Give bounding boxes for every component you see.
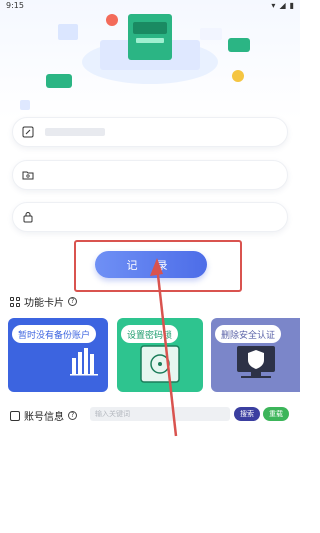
battery-icon: ▮ <box>289 1 294 10</box>
card-no-backup[interactable]: 暂时没有备份账户 <box>8 318 108 392</box>
features-heading: 功能卡片 ? <box>10 294 77 309</box>
status-icons: ▾ ◢ ▮ <box>271 1 294 10</box>
file-field[interactable] <box>12 160 288 190</box>
card-remove-auth[interactable]: 删除安全认证 <box>211 318 300 392</box>
safe-icon <box>140 345 180 383</box>
reload-button[interactable]: 重载 <box>263 407 289 421</box>
signal-icon: ◢ <box>279 1 286 10</box>
wifi-icon: ▾ <box>271 1 276 10</box>
search-button[interactable]: 搜索 <box>234 407 260 421</box>
hero-graphic <box>20 14 250 110</box>
status-bar: 9:15 ▾ ◢ ▮ <box>0 0 300 12</box>
features-title: 功能卡片 <box>24 298 64 309</box>
account-info-heading: 账号信息 ? <box>10 408 77 423</box>
search-input[interactable] <box>90 407 230 421</box>
card-set-lock[interactable]: 设置密码锁 <box>117 318 203 392</box>
monitor-shield-icon <box>237 346 275 378</box>
lock-icon <box>21 210 35 224</box>
folder-icon <box>21 168 35 182</box>
bar-chart-icon <box>70 348 98 376</box>
help-icon[interactable]: ? <box>68 297 77 306</box>
masked-account-value <box>45 128 105 136</box>
account-icon <box>10 410 20 421</box>
help-icon[interactable]: ? <box>68 411 77 420</box>
account-info-title: 账号信息 <box>24 412 64 423</box>
status-time: 9:15 <box>6 1 24 10</box>
grid-icon <box>10 296 20 307</box>
record-button[interactable]: 记 录 <box>95 251 207 278</box>
hero-illustration <box>0 0 300 120</box>
password-field[interactable] <box>12 202 288 232</box>
account-field[interactable] <box>12 117 288 147</box>
edit-icon <box>21 125 35 139</box>
